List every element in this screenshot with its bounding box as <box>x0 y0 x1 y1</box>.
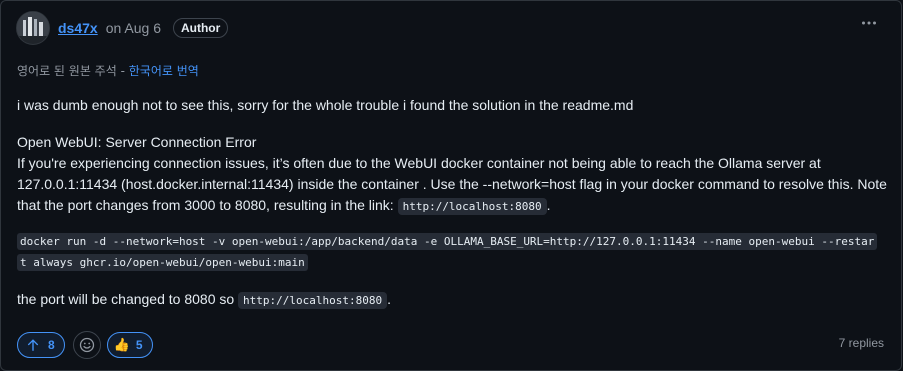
avatar[interactable] <box>16 11 50 45</box>
add-reaction-button[interactable] <box>72 331 101 359</box>
comment-paragraph: the port will be changed to 8080 so http… <box>17 289 887 311</box>
more-options-button[interactable] <box>859 13 879 33</box>
translate-link[interactable]: 한국어로 번역 <box>129 64 199 78</box>
discussion-comment: ds47x on Aug 6 Author 영어로 된 원본 주석 - 한국어로… <box>0 0 902 371</box>
code-block-text: docker run -d --network=host -v open-web… <box>17 233 878 271</box>
avatar-image <box>17 12 49 44</box>
comment-paragraph: i was dumb enough not to see this, sorry… <box>17 97 634 113</box>
thumbs-up-icon: 👍 <box>113 337 130 352</box>
code-block: docker run -d --network=host -v open-web… <box>17 231 878 273</box>
author-username[interactable]: ds47x <box>58 20 98 36</box>
arrow-up-icon <box>27 339 39 351</box>
comment-heading: Open WebUI: Server Connection Error <box>17 134 257 150</box>
inline-code: http://localhost:8080 <box>238 292 388 309</box>
reaction-count: 5 <box>135 338 143 352</box>
comment-date[interactable]: on Aug 6 <box>106 20 161 36</box>
author-badge: Author <box>172 18 229 38</box>
comment-paragraph-text: the port will be changed to 8080 so <box>17 291 239 307</box>
period: . <box>546 197 551 213</box>
period: . <box>387 291 392 307</box>
thumbs-up-reaction-button[interactable]: 👍 5 <box>106 332 153 358</box>
inline-code: http://localhost:8080 <box>397 198 547 215</box>
comment-header: ds47x on Aug 6 Author <box>16 11 229 45</box>
translation-notice: 영어로 된 원본 주석 - 한국어로 번역 <box>17 62 199 79</box>
translation-notice-text: 영어로 된 원본 주석 - <box>17 64 129 78</box>
upvote-count: 8 <box>48 338 55 352</box>
replies-count[interactable]: 7 replies <box>839 336 884 350</box>
kebab-horizontal-icon <box>862 21 876 25</box>
comment-footer: 8 👍 5 <box>17 331 153 359</box>
comment-body: i was dumb enough not to see this, sorry… <box>17 95 887 311</box>
comment-paragraph: If you're experiencing connection issues… <box>17 153 887 217</box>
upvote-button[interactable]: 8 <box>17 332 65 358</box>
smiley-icon <box>79 337 94 353</box>
